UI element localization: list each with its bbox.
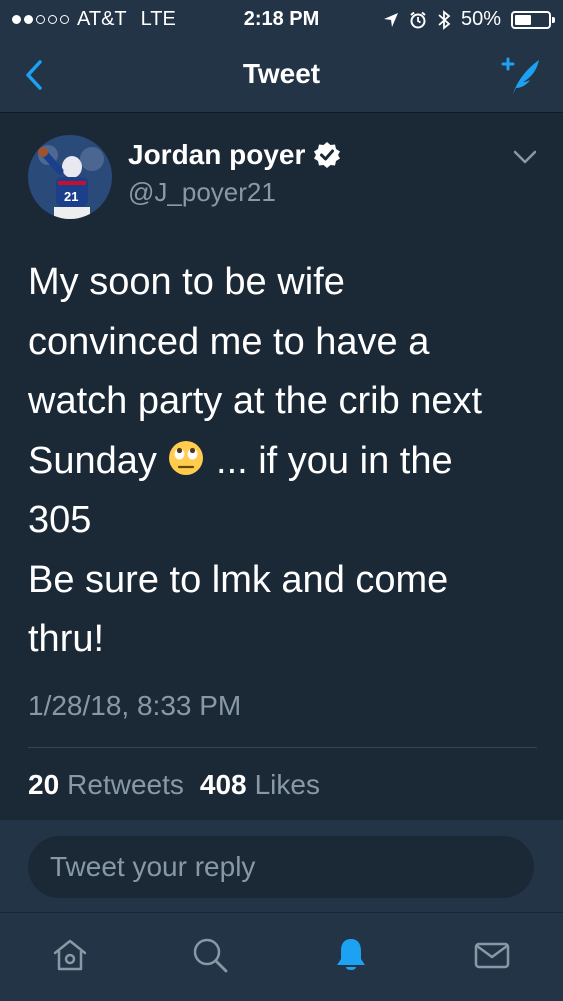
avatar[interactable]: 21 [28, 135, 112, 219]
author-handle[interactable]: @J_poyer21 [128, 177, 276, 208]
page-title: Tweet [242, 58, 321, 89]
chevron-down-icon[interactable] [513, 149, 537, 165]
battery-percent: 50% [460, 8, 501, 30]
reply-input[interactable]: Tweet your reply [28, 836, 534, 898]
engagement-stats: 20 Retweets 408 Likes [28, 769, 320, 801]
author-name-row[interactable]: Jordan poyer [128, 139, 341, 171]
status-icons: 50% [383, 8, 555, 31]
location-arrow-icon [383, 12, 398, 27]
retweets-label[interactable]: Retweets [67, 769, 184, 801]
alarm-icon [410, 11, 426, 28]
reply-bar: Tweet your reply [0, 820, 563, 912]
compose-tweet-icon[interactable] [499, 54, 543, 98]
tweet-timestamp: 1/28/18, 8:33 PM [28, 690, 242, 721]
divider [28, 747, 537, 748]
author-name[interactable]: Jordan poyer [128, 139, 305, 171]
likes-label[interactable]: Likes [255, 769, 320, 801]
search-icon[interactable] [190, 935, 230, 975]
battery-icon [511, 10, 555, 29]
bell-icon[interactable] [331, 935, 371, 975]
bluetooth-icon [438, 9, 451, 30]
navigation-bar: Tweet [0, 40, 563, 113]
envelope-icon[interactable] [472, 935, 512, 975]
eye-roll-emoji-icon [169, 440, 204, 475]
retweets-count[interactable]: 20 [28, 769, 59, 801]
svg-text:21: 21 [64, 189, 78, 204]
tweet-text: My soon to be wife convinced me to have … [28, 253, 548, 670]
tab-bar [0, 912, 563, 1001]
verified-badge-icon [314, 142, 341, 168]
home-icon[interactable] [50, 935, 90, 975]
status-bar: AT&T LTE 2:18 PM 50% [0, 0, 563, 40]
likes-count[interactable]: 408 [200, 769, 247, 801]
